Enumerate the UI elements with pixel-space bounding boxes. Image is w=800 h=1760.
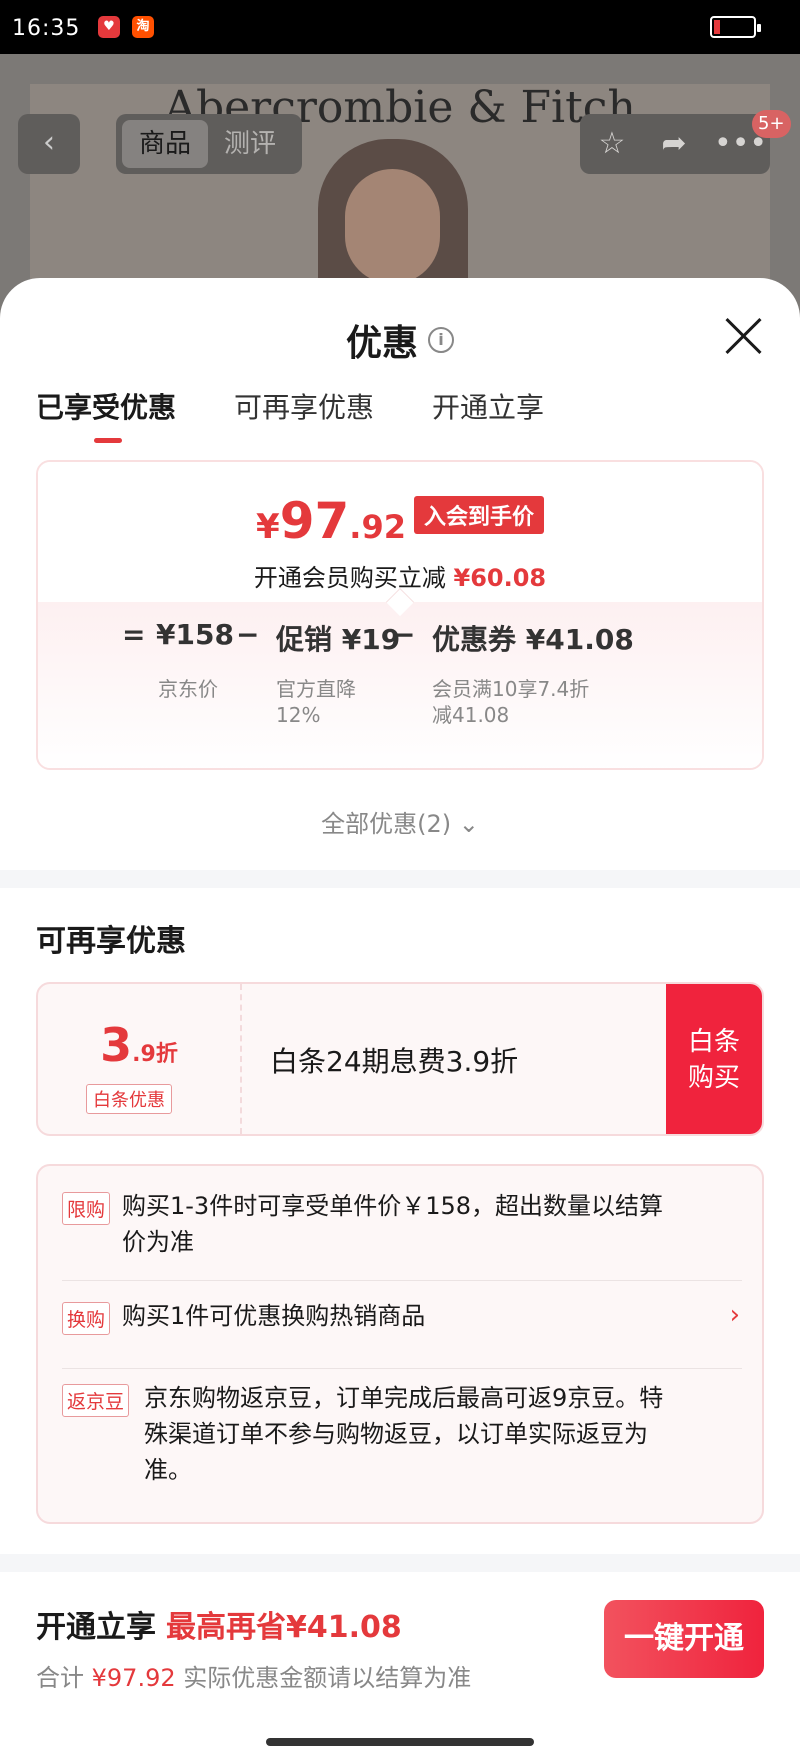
info-icon[interactable]: i	[428, 327, 454, 353]
chevron-down-icon: ⌄	[458, 810, 479, 838]
rule-text-line: 准。	[144, 1456, 192, 1484]
section-divider	[0, 1554, 800, 1572]
section-divider	[0, 870, 800, 888]
rule-tag: 返京豆	[62, 1384, 130, 1417]
rule-divider	[62, 1280, 742, 1281]
top-actions: ☆ ➦ •••	[580, 114, 770, 174]
baitiao-badge: 白条优惠	[86, 1084, 172, 1114]
jd-price-label: 京东价	[158, 677, 218, 701]
rule-purchase-limit: 限购 购买1-3件时可享受单件价￥158，超出数量以结算 价为准	[62, 1188, 742, 1268]
promo-label: 官方直降	[276, 677, 356, 701]
chevron-left-icon: ‹	[43, 125, 55, 160]
coupon-label: 会员满10享7.4折	[432, 677, 590, 701]
footer-label: 开通立享	[36, 1610, 156, 1645]
rule-text: 京东购物返京豆，订单完成后最高可返9京豆。特 殊渠道订单不参与购物返豆，以订单实…	[144, 1380, 663, 1488]
tab-activate[interactable]: 开通立享	[432, 386, 544, 426]
total-amount: ¥97.92	[91, 1664, 176, 1692]
minus-sign: −	[236, 618, 260, 651]
coupon-amount: 优惠券 ¥41.08	[432, 623, 634, 656]
battery-icon	[710, 16, 761, 38]
rule-exchange-purchase[interactable]: 换购 购买1件可优惠换购热销商品 ›	[62, 1292, 742, 1352]
baitiao-rate-small: .9折	[132, 1042, 178, 1067]
rule-text: 购买1件可优惠换购热销商品	[122, 1302, 426, 1330]
rule-text: 购买1-3件时可享受单件价￥158，超出数量以结算 价为准	[122, 1188, 663, 1260]
model-face-image	[345, 169, 440, 284]
more-icon[interactable]: •••	[714, 124, 767, 164]
footer-total: 合计 ¥97.92 实际优惠金额请以结算为准	[36, 1658, 471, 1693]
footer-headline: 开通立享 最高再省¥41.08	[36, 1602, 402, 1646]
footer-max-saving: 最高再省¥41.08	[166, 1610, 402, 1645]
jd-app-icon: ♥	[98, 16, 120, 38]
total-note: 实际优惠金额请以结算为准	[183, 1664, 472, 1692]
all-discounts-label: 全部优惠(2)	[321, 810, 452, 838]
star-icon[interactable]: ☆	[590, 124, 634, 164]
price-currency: ¥	[256, 507, 280, 547]
tab-more-available[interactable]: 可再享优惠	[234, 386, 374, 426]
sheet-title: 优惠	[345, 323, 418, 364]
promo-amount: 促销 ¥19	[276, 623, 401, 656]
member-price-tag: 入会到手价	[413, 496, 544, 534]
status-bar: 16:35 ♥ 淘	[0, 0, 800, 54]
status-time: 16:35	[12, 16, 81, 41]
jd-price: ¥158	[156, 618, 234, 651]
baitiao-rate: 3.9折	[38, 1018, 240, 1072]
share-icon[interactable]: ➦	[652, 124, 696, 164]
sheet-header: 优惠 i	[0, 314, 800, 364]
rule-text-line: 殊渠道订单不参与购物返豆，以订单实际返豆为	[144, 1420, 648, 1448]
price-breakdown: = ¥158 − 促销 ¥19 − 优惠券 ¥41.08 京东价 官方直降 12…	[38, 602, 762, 768]
tab-underline	[94, 438, 122, 443]
promo-percent: 12%	[276, 703, 321, 727]
rule-jd-beans: 返京豆 京东购物返京豆，订单完成后最高可返9京豆。特 殊渠道订单不参与购物返豆，…	[62, 1380, 742, 1500]
tab-product[interactable]: 商品	[122, 120, 208, 168]
coupon-discount: 减41.08	[432, 703, 510, 727]
discount-sheet: 优惠 i 已享受优惠 可再享优惠 开通立享 ¥97.92 入会到手价 开通会员购买立…	[0, 278, 800, 1760]
baitiao-buy-button[interactable]: 白条 购买	[666, 984, 762, 1134]
baitiao-rate-big: 3	[100, 1018, 133, 1072]
rule-text-line: 购买1-3件时可享受单件价￥158，超出数量以结算	[122, 1192, 664, 1220]
baitiao-card: 3.9折 白条优惠 白条24期息费3.9折 白条 购买	[36, 982, 764, 1136]
more-discounts-title: 可再享优惠	[36, 924, 186, 959]
tab-review[interactable]: 测评	[224, 120, 276, 168]
rule-tag: 换购	[62, 1302, 111, 1335]
minus-sign: −	[392, 618, 416, 651]
message-badge: 5+	[752, 110, 791, 138]
back-button[interactable]: ‹	[18, 114, 80, 174]
member-saving-amount: ¥60.08	[453, 564, 547, 592]
chevron-right-icon: ›	[729, 1300, 740, 1330]
baitiao-rate-panel: 3.9折 白条优惠	[38, 984, 242, 1134]
rule-text-line: 价为准	[122, 1228, 194, 1256]
price-summary: ¥97.92 入会到手价 开通会员购买立减 ¥60.08	[38, 462, 762, 602]
price-card: ¥97.92 入会到手价 开通会员购买立减 ¥60.08 = ¥158 − 促销 …	[36, 460, 764, 770]
final-price: ¥97.92 入会到手价	[38, 492, 762, 550]
rules-card: 限购 购买1-3件时可享受单件价￥158，超出数量以结算 价为准 换购 购买1件…	[36, 1164, 764, 1524]
baitiao-buy-label-1: 白条	[687, 1027, 740, 1057]
baitiao-description: 白条24期息费3.9折	[270, 1045, 519, 1078]
rule-divider	[62, 1368, 742, 1369]
total-label: 合计	[36, 1664, 84, 1692]
taobao-app-icon: 淘	[132, 16, 154, 38]
rule-text-line: 京东购物返京豆，订单完成后最高可返9京豆。特	[144, 1384, 664, 1412]
price-decimal: .92	[349, 508, 406, 546]
baitiao-buy-label-2: 购买	[687, 1063, 740, 1093]
all-discounts-toggle[interactable]: 全部优惠(2) ⌄	[0, 804, 800, 839]
equals-sign: =	[122, 618, 146, 651]
tab-enjoyed[interactable]: 已享受优惠	[36, 386, 176, 426]
rule-tag: 限购	[62, 1192, 111, 1225]
footer-bar: 开通立享 最高再省¥41.08 合计 ¥97.92 实际优惠金额请以结算为准 一键…	[0, 1572, 800, 1760]
close-icon[interactable]	[722, 314, 766, 358]
member-saving-label: 开通会员购买立减	[253, 564, 446, 592]
price-integer: 97	[279, 492, 350, 550]
home-indicator	[266, 1738, 534, 1746]
product-tabs: 商品 测评	[116, 114, 302, 174]
activate-button[interactable]: 一键开通	[604, 1600, 764, 1678]
